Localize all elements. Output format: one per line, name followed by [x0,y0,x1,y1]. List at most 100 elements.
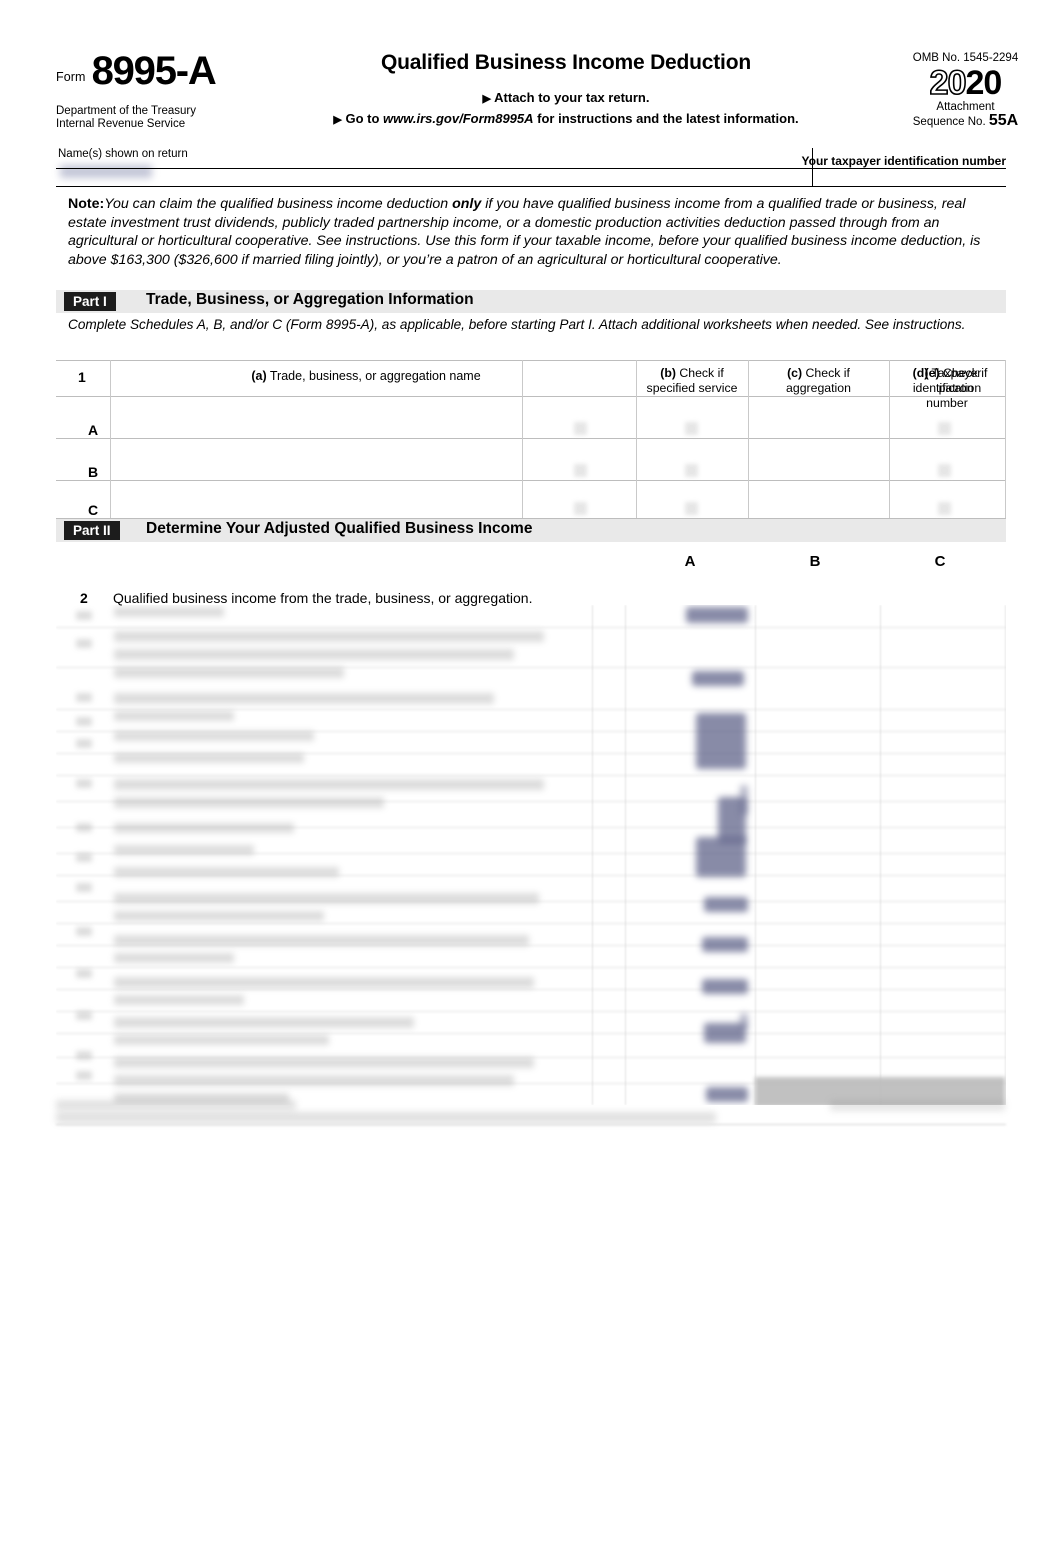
redacted-value-mark [740,785,748,815]
col-header-a-tag: (a) [251,369,267,383]
checkbox-a-aggregation[interactable] [685,422,698,435]
redacted-value-col-a[interactable] [704,897,748,912]
attachment-sequence: Attachment Sequence No. 55A [868,101,1062,129]
redacted-line-num [76,717,92,726]
redacted-text-line [114,649,514,660]
redacted-value-col-a[interactable] [692,671,744,686]
form-page: Form 8995-A Department of the Treasury In… [0,0,1062,1556]
redacted-line-num [76,1011,92,1020]
redacted-text-line [114,977,534,988]
note-emphasis: only [452,196,482,212]
redacted-rule-1 [56,627,1006,628]
redacted-line-num [76,969,92,978]
name-tin-row: Name(s) shown on return Your taxpayer id… [56,148,1006,186]
redacted-text-line [114,823,294,833]
header-right: OMB No. 1545-2294 2020 Attachment Sequen… [868,52,1062,129]
redacted-value-col-a[interactable] [696,837,746,877]
part1-subnote: Complete Schedules A, B, and/or C (Form … [68,317,966,332]
redacted-text-line [114,867,339,877]
part2-col-header-c: C [934,553,946,570]
tax-year-century: 20 [929,64,967,102]
redacted-line-num [76,693,92,702]
row-label-c: C [88,502,99,518]
col-divider-0 [110,360,111,518]
redacted-text-line [114,1017,414,1028]
redacted-text-line [114,797,384,808]
attach-arrow-icon: ▶ [482,93,492,106]
form-header: Form 8995-A Department of the Treasury In… [56,49,1018,148]
attach-instruction-text: Attach to your tax return. [494,90,650,106]
part1-title: Trade, Business, or Aggregation Informat… [146,291,474,308]
note-label: Note: [68,196,105,212]
note-text-1: You can claim the qualified business inc… [104,196,453,212]
part2-title: Determine Your Adjusted Qualified Busine… [146,520,533,537]
part2-redacted-body [56,605,1006,1105]
header-divider [56,168,1006,169]
checkbox-b-aggregation[interactable] [685,464,698,477]
name-row-bottom-rule [56,186,1006,187]
redacted-rule-6 [56,775,1006,776]
col-divider-a [522,360,523,518]
part2-line-2-number: 2 [80,590,88,606]
col-header-a-label: Trade, business, or aggregation name [269,369,481,383]
redacted-text-line [114,667,344,678]
redacted-value-col-a[interactable] [686,607,748,623]
goto-suffix: for instructions and the latest informat… [537,111,799,127]
goto-prefix: Go to [345,111,380,127]
redacted-text-line [114,711,234,721]
redacted-text-line [114,953,234,963]
part2-line-2-text: Qualified business income from the trade… [113,590,533,606]
tax-year: 2020 [868,64,1062,102]
redacted-line-num [76,639,92,648]
table-rule-top [56,360,1006,361]
redacted-text-line [114,607,224,617]
col-header-b-label-1: Check if [679,366,724,380]
name-field-value-redacted[interactable] [60,165,152,178]
checkbox-b-patron[interactable] [938,464,951,477]
row-label-a: A [88,422,99,438]
col-header-e-label-1: Check if [943,366,988,380]
note-paragraph: Note:You can claim the qualified busines… [68,195,998,269]
redacted-col-sep-3 [880,605,881,1105]
checkbox-c-specified-service[interactable] [574,502,587,515]
checkbox-a-specified-service[interactable] [574,422,587,435]
header-center: Qualified Business Income Deduction ▶ At… [266,51,866,126]
col-divider-c [748,360,749,518]
attach-instruction: ▶ Attach to your tax return. [266,90,866,105]
redacted-value-col-a[interactable] [702,937,748,952]
tin-column-divider [812,148,813,186]
redacted-value-col-a[interactable] [702,979,748,994]
redacted-text-line [114,893,539,904]
footer-rule [56,1124,1006,1125]
redacted-text-line [114,779,544,790]
redacted-value-col-a[interactable] [706,1087,748,1102]
goto-url[interactable]: www.irs.gov/Form8995A [383,111,534,126]
goto-instruction: ▶ Go to www.irs.gov/Form8995A for instru… [266,111,866,126]
redacted-text-line [114,845,254,855]
redacted-footer-right [830,1100,1005,1111]
redacted-line-num [76,823,92,832]
checkbox-c-aggregation[interactable] [685,502,698,515]
checkbox-c-patron[interactable] [938,502,951,515]
redacted-value-col-a[interactable] [696,713,746,769]
part2-badge: Part II [64,521,120,540]
tin-field-label: Your taxpayer identification number [801,154,1006,168]
redacted-line-num [76,611,92,620]
col-divider-b [636,360,637,518]
col-header-b-label-2: specified service [646,381,738,395]
redacted-text-line [114,995,244,1005]
checkbox-a-patron[interactable] [938,422,951,435]
redacted-rule-12 [56,923,1006,924]
redacted-line-num [76,739,92,748]
redacted-text-line [114,731,314,741]
redacted-text-line [114,935,529,946]
page-title: Qualified Business Income Deduction [381,51,751,74]
redacted-line-num [76,853,92,862]
part2-col-header-b: B [809,553,821,570]
form-number: 8995-A [91,49,217,93]
name-field-label: Name(s) shown on return [58,148,188,160]
checkbox-b-specified-service[interactable] [574,464,587,477]
redacted-line-num [76,1051,92,1060]
redacted-line-num [76,927,92,936]
col-header-e-label-2: patron [938,381,974,395]
